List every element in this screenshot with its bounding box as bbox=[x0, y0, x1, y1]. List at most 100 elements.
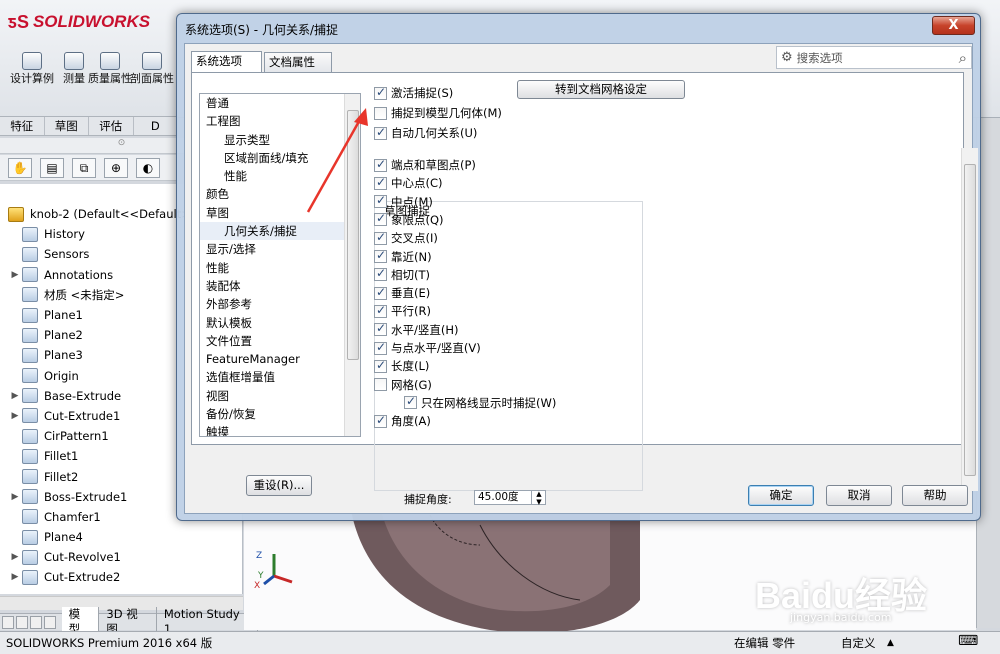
command-tab-0[interactable]: 特征 bbox=[0, 117, 45, 135]
checkbox[interactable] bbox=[374, 248, 387, 263]
angle-spinner[interactable]: ▲ ▼ bbox=[531, 490, 546, 506]
dimxpert-icon[interactable]: ⊕ bbox=[104, 158, 128, 178]
ok-button[interactable]: 确定 bbox=[748, 485, 814, 506]
feature-icon bbox=[22, 448, 38, 464]
gear-icon[interactable]: ⚙ bbox=[781, 50, 793, 65]
snap-option-row[interactable]: 中点(M) bbox=[374, 193, 433, 210]
dropdown-arrow-icon[interactable]: ▲ bbox=[887, 638, 894, 648]
tree-item-label: 材质 <未指定> bbox=[44, 287, 125, 302]
help-button[interactable]: 帮助 bbox=[902, 485, 968, 506]
option-label: 平行(R) bbox=[391, 304, 431, 319]
command-tab-3[interactable]: D bbox=[134, 117, 178, 135]
search-input[interactable]: 搜索选项 bbox=[797, 50, 959, 66]
triad-icon: Z Y X bbox=[254, 551, 293, 588]
option-row[interactable]: 激活捕捉(S) bbox=[374, 85, 453, 101]
snap-option-row[interactable]: 端点和草图点(P) bbox=[374, 157, 476, 173]
category-item[interactable]: 视图 bbox=[200, 387, 360, 405]
category-item[interactable]: 几何关系/捕捉 bbox=[200, 222, 360, 241]
checkbox[interactable] bbox=[374, 413, 387, 428]
feature-icon bbox=[22, 267, 38, 283]
snap-option-row[interactable]: 只在网格线显示时捕捉(W) bbox=[404, 394, 556, 411]
snap-option-row[interactable]: 交叉点(I) bbox=[374, 230, 438, 246]
snap-option-row[interactable]: 平行(R) bbox=[374, 303, 431, 319]
snap-option-row[interactable]: 长度(L) bbox=[374, 358, 429, 374]
options-scrollbar[interactable] bbox=[961, 148, 978, 491]
checkbox[interactable] bbox=[374, 358, 387, 373]
category-item[interactable]: 触摸 bbox=[200, 423, 360, 436]
search-box[interactable]: ⚙ 搜索选项 ⌕ bbox=[776, 46, 972, 69]
snap-option-row[interactable]: 水平/竖直(H) bbox=[374, 321, 459, 338]
checkbox[interactable] bbox=[374, 340, 387, 355]
status-custom[interactable]: 自定义 bbox=[841, 635, 876, 651]
category-item[interactable]: 文件位置 bbox=[200, 332, 360, 350]
last-tab-icon[interactable] bbox=[43, 615, 56, 629]
configuration-manager-icon[interactable]: ⧉ bbox=[72, 158, 96, 178]
snap-option-row[interactable]: 相切(T) bbox=[374, 266, 430, 283]
snap-option-row[interactable]: 与点水平/竖直(V) bbox=[374, 340, 481, 356]
quick-tips-icon[interactable]: ⌨ bbox=[958, 633, 978, 649]
checkbox[interactable] bbox=[374, 321, 387, 337]
option-label: 相切(T) bbox=[391, 267, 430, 282]
category-item[interactable]: 装配体 bbox=[200, 277, 360, 295]
checkbox[interactable] bbox=[374, 303, 387, 318]
snap-option-row[interactable]: 靠近(N) bbox=[374, 248, 432, 265]
option-row[interactable]: 捕捉到模型几何体(M) bbox=[374, 105, 502, 121]
tab-system-options[interactable]: 系统选项(S) bbox=[191, 51, 262, 86]
prev-tab-icon[interactable] bbox=[15, 615, 28, 629]
cancel-button[interactable]: 取消 bbox=[826, 485, 892, 506]
goto-document-grid-button[interactable]: 转到文档网格设定 bbox=[517, 80, 685, 99]
checkbox[interactable] bbox=[374, 266, 387, 282]
snap-option-row[interactable]: 中心点(C) bbox=[374, 175, 443, 191]
category-item[interactable]: 备份/恢复 bbox=[200, 405, 360, 423]
category-item[interactable]: FeatureManager bbox=[200, 350, 360, 368]
tree-item[interactable]: Plane4 bbox=[0, 527, 242, 547]
checkbox[interactable] bbox=[374, 285, 387, 300]
option-label: 捕捉到模型几何体(M) bbox=[391, 106, 502, 120]
checkbox[interactable] bbox=[374, 230, 387, 245]
snap-option-row[interactable]: 象限点(Q) bbox=[374, 211, 444, 228]
display-manager-icon[interactable]: ◐ bbox=[136, 158, 160, 178]
checkbox[interactable] bbox=[404, 394, 417, 410]
next-tab-icon[interactable] bbox=[29, 615, 42, 629]
expand-arrow-icon[interactable]: ▶ bbox=[8, 572, 22, 582]
option-label: 与点水平/竖直(V) bbox=[391, 341, 481, 355]
tree-item[interactable]: ▶ Cut-Revolve1 bbox=[0, 547, 242, 567]
toolbar-label: 质量属性 bbox=[88, 72, 132, 85]
tree-item-label: Plane3 bbox=[44, 348, 83, 363]
reset-button[interactable]: 重设(R)... bbox=[246, 475, 312, 496]
tree-item-label: Chamfer1 bbox=[44, 509, 101, 524]
option-label: 端点和草图点(P) bbox=[391, 158, 476, 172]
expand-arrow-icon[interactable]: ▶ bbox=[8, 492, 22, 502]
option-row[interactable]: 自动几何关系(U) bbox=[374, 125, 477, 141]
expand-arrow-icon[interactable]: ▶ bbox=[8, 270, 22, 280]
category-item[interactable]: 显示/选择 bbox=[200, 240, 360, 258]
checkbox[interactable] bbox=[374, 85, 387, 100]
tree-item[interactable]: ▶ Cut-Extrude2 bbox=[0, 567, 242, 587]
toolbar-button-3[interactable]: 剖面属性 bbox=[130, 52, 174, 85]
property-manager-icon[interactable]: ▤ bbox=[40, 158, 64, 178]
close-button[interactable]: X bbox=[932, 16, 975, 35]
section-properties-icon bbox=[142, 52, 162, 70]
feature-manager-icon[interactable]: ✋ bbox=[8, 158, 32, 178]
expand-arrow-icon[interactable]: ▶ bbox=[8, 391, 22, 401]
expand-arrow-icon[interactable]: ▶ bbox=[8, 552, 22, 562]
category-item[interactable]: 默认模板 bbox=[200, 314, 360, 332]
checkbox[interactable] bbox=[374, 378, 387, 392]
toolbar-button-2[interactable]: 质量属性 bbox=[88, 52, 132, 85]
first-tab-icon[interactable] bbox=[2, 615, 14, 629]
tab-document-properties[interactable]: 文档属性(D) bbox=[264, 52, 332, 87]
solidworks-logo: ƽS SOLIDWORKS bbox=[8, 8, 150, 36]
snap-option-row[interactable]: 角度(A) bbox=[374, 413, 431, 429]
snap-option-row[interactable]: 垂直(E) bbox=[374, 285, 430, 301]
snap-option-row[interactable]: 网格(G) bbox=[374, 377, 432, 393]
category-item[interactable]: 外部参考 bbox=[200, 295, 360, 313]
category-item[interactable]: 选值框增量值 bbox=[200, 368, 360, 386]
category-item[interactable]: 性能 bbox=[200, 259, 360, 277]
command-tab-1[interactable]: 草图 bbox=[45, 117, 89, 135]
search-icon[interactable]: ⌕ bbox=[959, 49, 967, 67]
expand-arrow-icon[interactable]: ▶ bbox=[8, 411, 22, 421]
option-label: 中点(M) bbox=[391, 194, 433, 209]
command-tab-2[interactable]: 评估 bbox=[89, 117, 134, 135]
toolbar-button-0[interactable]: 设计算例 bbox=[10, 52, 54, 85]
feature-icon bbox=[22, 428, 38, 444]
